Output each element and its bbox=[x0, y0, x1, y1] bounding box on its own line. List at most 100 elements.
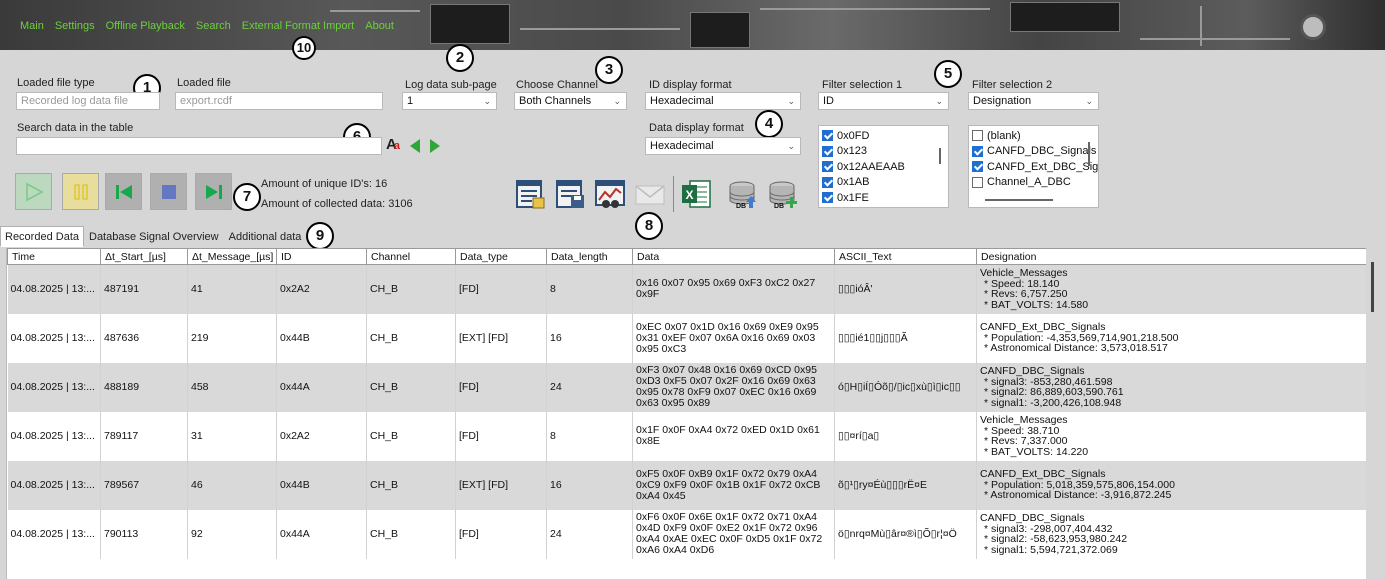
tab-additional-data[interactable]: Additional data bbox=[224, 226, 307, 247]
cell-time[interactable]: 04.08.2025 | 13:... bbox=[7, 264, 101, 314]
checkbox-icon[interactable] bbox=[972, 176, 983, 188]
filter1-checklist[interactable]: 0x0FD 0x123 0x12AAEAAB 0x1AB 0x1FE bbox=[818, 125, 949, 208]
cell-data[interactable]: 0xF6 0x0F 0x6E 0x1F 0x72 0x71 0xA4 0x4D … bbox=[632, 509, 835, 559]
tab-recorded-data[interactable]: Recorded Data bbox=[0, 226, 84, 247]
column-header-data[interactable]: Data bbox=[632, 248, 835, 265]
cell-dt-start[interactable]: 789117 bbox=[100, 411, 188, 461]
cell-id[interactable]: 0x44B bbox=[276, 460, 367, 510]
filter1-option[interactable]: 0x0FD bbox=[822, 128, 945, 144]
log-subpage-select[interactable]: 1 ⌄ bbox=[402, 92, 497, 110]
pause-button[interactable] bbox=[62, 173, 99, 210]
cell-designation[interactable]: Vehicle_Messages * Speed: 38.710 * Revs: 7… bbox=[976, 411, 1366, 461]
cell-designation[interactable]: CANFD_DBC_Signals * signal3: -298,007,404… bbox=[976, 509, 1366, 559]
column-header-channel[interactable]: Channel bbox=[366, 248, 456, 265]
checkbox-checked-icon[interactable] bbox=[822, 130, 833, 142]
cell-data-length[interactable]: 24 bbox=[546, 509, 633, 559]
filter1-scrollbar[interactable] bbox=[939, 148, 941, 164]
cell-designation[interactable]: Vehicle_Messages * Speed: 18.140 * Revs: 6… bbox=[976, 264, 1366, 314]
cell-data-length[interactable]: 8 bbox=[546, 264, 633, 314]
cell-ascii-text[interactable]: ö▯nrq¤Mù▯âr¤®ì▯Õ▯r¦¤Ö bbox=[834, 509, 977, 559]
open-file-icon[interactable] bbox=[514, 178, 546, 210]
column-header-dt-message[interactable]: Δt_Message_[µs] bbox=[187, 248, 277, 265]
cell-dt-message[interactable]: 92 bbox=[187, 509, 277, 559]
cell-id[interactable]: 0x44B bbox=[276, 313, 367, 363]
filter2-checklist[interactable]: (blank) CANFD_DBC_Signals CANFD_Ext_DBC_… bbox=[968, 125, 1099, 208]
match-case-icon[interactable]: Aa bbox=[386, 136, 400, 153]
column-header-data-type[interactable]: Data_type bbox=[455, 248, 547, 265]
cell-channel[interactable]: CH_B bbox=[366, 411, 456, 461]
column-header-ascii-text[interactable]: ASCII_Text bbox=[834, 248, 977, 265]
cell-time[interactable]: 04.08.2025 | 13:... bbox=[7, 509, 101, 559]
cell-designation[interactable]: CANFD_Ext_DBC_Signals * Population: 5,018… bbox=[976, 460, 1366, 510]
cell-ascii-text[interactable]: ó▯H▯iÍ▯Óõ▯/▯ic▯xù▯ì▯ic▯▯ bbox=[834, 362, 977, 412]
cell-ascii-text[interactable]: ▯▯▯ióÂ' bbox=[834, 264, 977, 314]
cell-data-type[interactable]: [EXT] [FD] bbox=[455, 313, 547, 363]
cell-channel[interactable]: CH_B bbox=[366, 460, 456, 510]
channel-select[interactable]: Both Channels ⌄ bbox=[514, 92, 627, 110]
column-header-id[interactable]: ID bbox=[276, 248, 367, 265]
filter1-option[interactable]: 0x12AAEAAB bbox=[822, 159, 945, 175]
skip-to-start-button[interactable] bbox=[105, 173, 142, 210]
cell-dt-message[interactable]: 458 bbox=[187, 362, 277, 412]
cell-time[interactable]: 04.08.2025 | 13:... bbox=[7, 362, 101, 412]
cell-id[interactable]: 0x44A bbox=[276, 509, 367, 559]
cell-dt-start[interactable]: 488189 bbox=[100, 362, 188, 412]
cell-data-length[interactable]: 8 bbox=[546, 411, 633, 461]
save-file-icon[interactable] bbox=[554, 178, 586, 210]
tab-database-signal-overview[interactable]: Database Signal Overview bbox=[84, 226, 224, 247]
checkbox-checked-icon[interactable] bbox=[822, 192, 833, 204]
table-row[interactable]: 04.08.2025 | 13:... 487636 219 0x44B CH_B [EX… bbox=[7, 313, 1366, 363]
data-format-select[interactable]: Hexadecimal ⌄ bbox=[645, 137, 801, 155]
cell-time[interactable]: 04.08.2025 | 13:... bbox=[7, 411, 101, 461]
table-scrollbar-thumb[interactable] bbox=[1371, 262, 1374, 312]
filter2-option[interactable]: CANFD_Ext_DBC_Sig bbox=[972, 159, 1098, 175]
chart-search-icon[interactable] bbox=[594, 178, 626, 210]
cell-channel[interactable]: CH_B bbox=[366, 509, 456, 559]
database-add-icon[interactable]: DB bbox=[766, 178, 798, 210]
loaded-file-field[interactable]: export.rcdf bbox=[175, 92, 383, 110]
table-row[interactable]: 04.08.2025 | 13:... 789117 31 0x2A2 CH_B [FD]… bbox=[7, 411, 1366, 461]
cell-ascii-text[interactable]: ▯▯▯ié1▯▯j▯▯▯Ã bbox=[834, 313, 977, 363]
cell-data-length[interactable]: 16 bbox=[546, 460, 633, 510]
column-header-dt-start[interactable]: Δt_Start_[µs] bbox=[100, 248, 188, 265]
skip-to-end-button[interactable] bbox=[195, 173, 232, 210]
cell-data[interactable]: 0xF5 0x0F 0xB9 0x1F 0x72 0x79 0xA4 0xC9 … bbox=[632, 460, 835, 510]
filter1-option[interactable]: 0x1FE bbox=[822, 190, 945, 206]
cell-data[interactable]: 0xEC 0x07 0x1D 0x16 0x69 0xE9 0x95 0x31 … bbox=[632, 313, 835, 363]
filter1-option[interactable]: 0x1AB bbox=[822, 175, 945, 191]
next-arrow-icon[interactable] bbox=[430, 139, 440, 153]
column-header-time[interactable]: Time bbox=[7, 248, 101, 265]
column-header-designation[interactable]: Designation bbox=[976, 248, 1366, 265]
filter2-hscrollbar[interactable] bbox=[985, 199, 1053, 201]
database-upload-icon[interactable]: DB bbox=[726, 178, 758, 210]
cell-dt-start[interactable]: 790113 bbox=[100, 509, 188, 559]
cell-data-type[interactable]: [FD] bbox=[455, 411, 547, 461]
table-row[interactable]: 04.08.2025 | 13:... 487191 41 0x2A2 CH_B [FD]… bbox=[7, 264, 1366, 314]
loaded-file-type-field[interactable]: Recorded log data file bbox=[16, 92, 160, 110]
cell-data[interactable]: 0x16 0x07 0x95 0x69 0xF3 0xC2 0x27 0x9F bbox=[632, 264, 835, 314]
cell-designation[interactable]: CANFD_DBC_Signals * signal3: -853,280,461… bbox=[976, 362, 1366, 412]
excel-export-icon[interactable]: X bbox=[680, 178, 712, 210]
menu-item-external-format-import[interactable]: External Format Import bbox=[242, 20, 354, 32]
filter1-select[interactable]: ID ⌄ bbox=[818, 92, 949, 110]
cell-data-type[interactable]: [FD] bbox=[455, 264, 547, 314]
table-row[interactable]: 04.08.2025 | 13:... 488189 458 0x44A CH_B [FD… bbox=[7, 362, 1366, 412]
checkbox-checked-icon[interactable] bbox=[822, 176, 833, 188]
cell-dt-message[interactable]: 219 bbox=[187, 313, 277, 363]
menu-item-main[interactable]: Main bbox=[20, 20, 44, 32]
checkbox-checked-icon[interactable] bbox=[822, 161, 833, 173]
checkbox-icon[interactable] bbox=[972, 130, 983, 142]
cell-id[interactable]: 0x2A2 bbox=[276, 411, 367, 461]
checkbox-checked-icon[interactable] bbox=[972, 145, 983, 157]
cell-data[interactable]: 0xF3 0x07 0x48 0x16 0x69 0xCD 0x95 0xD3 … bbox=[632, 362, 835, 412]
cell-channel[interactable]: CH_B bbox=[366, 362, 456, 412]
column-header-data-length[interactable]: Data_length bbox=[546, 248, 633, 265]
filter2-option[interactable]: CANFD_DBC_Signals bbox=[972, 144, 1096, 160]
checkbox-checked-icon[interactable] bbox=[822, 145, 833, 157]
cell-dt-start[interactable]: 487636 bbox=[100, 313, 188, 363]
filter2-select[interactable]: Designation ⌄ bbox=[968, 92, 1099, 110]
menu-item-offline-playback[interactable]: Offline Playback bbox=[106, 20, 185, 32]
cell-channel[interactable]: CH_B bbox=[366, 264, 456, 314]
menu-item-settings[interactable]: Settings bbox=[55, 20, 95, 32]
cell-designation[interactable]: CANFD_Ext_DBC_Signals * Population: -4,35… bbox=[976, 313, 1366, 363]
